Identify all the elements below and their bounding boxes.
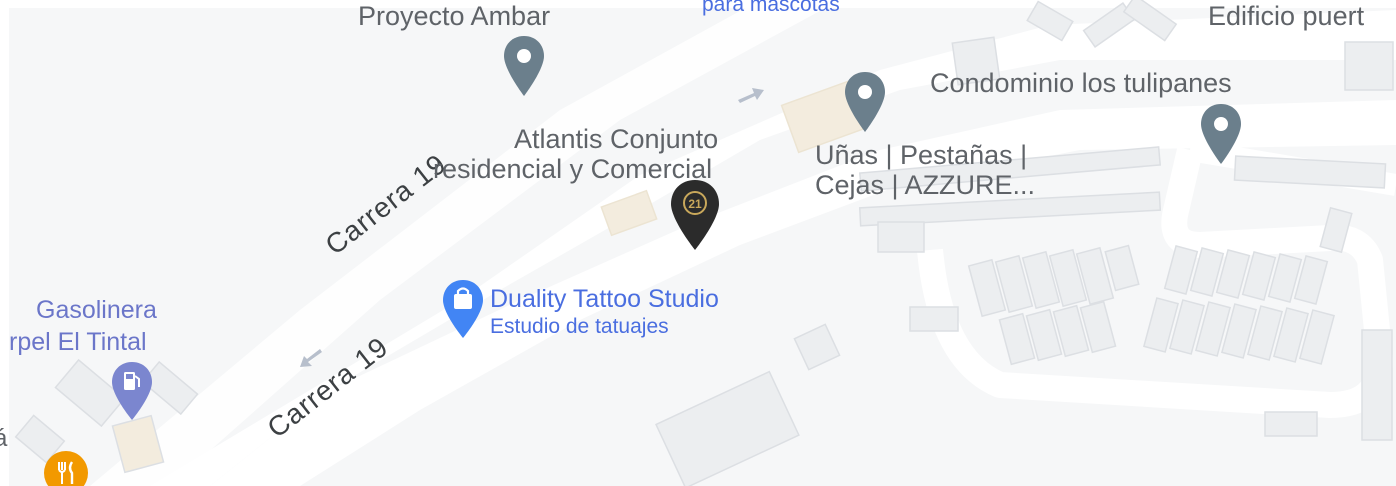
map-view[interactable]: Carrera 19 Carrera 19 Proyecto Ambar par… [0,0,1396,486]
location-pin-icon[interactable] [502,34,546,98]
pin-badge-text: 21 [688,197,702,211]
poi-label-duality[interactable]: Duality Tattoo Studio [490,287,719,312]
poi-label-atlantis-line1[interactable]: Atlantis Conjunto [514,126,718,153]
fuel-pump-window [126,374,133,379]
building [1361,329,1393,441]
poi-label-edge-fragment: á [0,425,8,452]
poi-label-gasolinera-line2[interactable]: rpel El Tintal [9,330,147,355]
poi-label-unas-line2[interactable]: Cejas | AZZURE... [815,172,1035,199]
poi-label-edificio[interactable]: Edificio puert [1208,3,1364,30]
shopping-bag-pin-icon[interactable] [441,278,485,340]
location-pin-icon[interactable] [1199,102,1243,166]
restaurant-icon[interactable] [43,450,89,486]
poi-label-proyecto-ambar[interactable]: Proyecto Ambar [358,3,550,30]
map-frame-left [0,0,9,486]
building [1344,41,1394,91]
poi-category-duality: Estudio de tatuajes [490,315,669,338]
map-frame-top [0,0,1396,8]
poi-label-para-mascotas[interactable]: para mascotas [702,0,840,15]
pin-shape [504,36,544,96]
gas-station-pin-icon[interactable] [110,360,154,422]
shopping-bag-icon [454,294,472,309]
building [909,306,959,332]
pin-dot [858,85,872,99]
pin-shape [112,362,152,420]
poi-label-unas-line1[interactable]: Uñas | Pestañas | [815,142,1027,169]
pin-dot [1214,117,1228,131]
pin-shape [845,72,885,132]
century21-pin-icon[interactable]: 21 [669,178,721,252]
location-pin-icon[interactable] [843,70,887,134]
building [1264,411,1318,437]
pin-dot [517,49,531,63]
poi-label-condominio[interactable]: Condominio los tulipanes [930,70,1232,97]
building [877,221,925,253]
pin-shape [1201,104,1241,164]
poi-label-gasolinera-line1[interactable]: Gasolinera [36,298,157,323]
